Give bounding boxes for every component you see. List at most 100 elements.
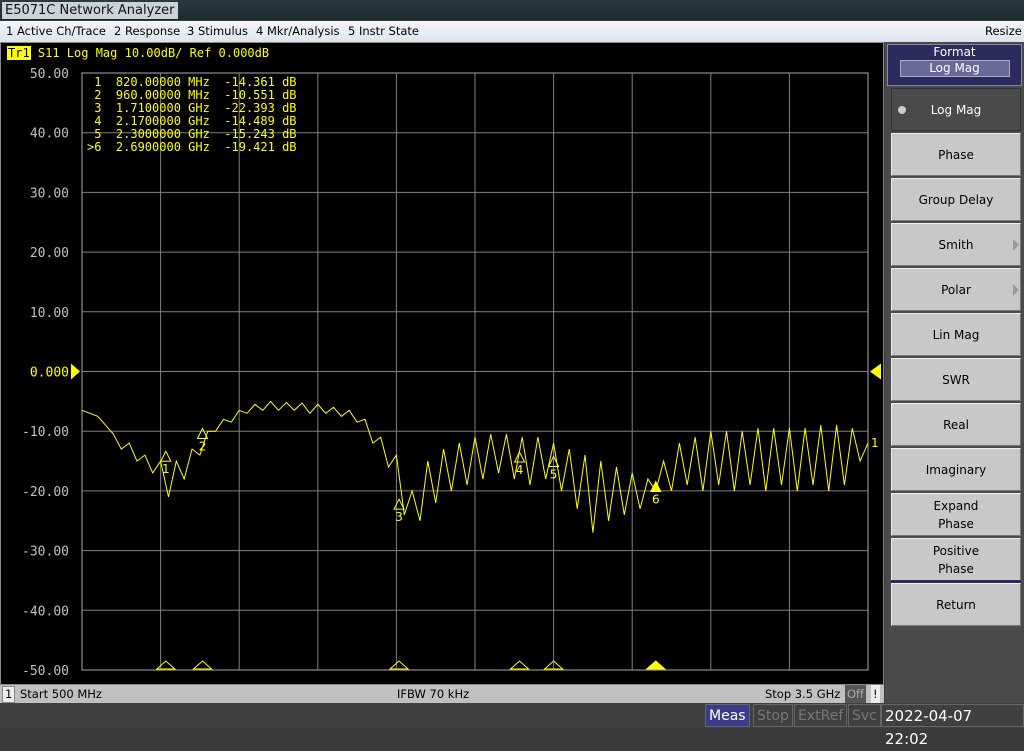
y-tick-label: -20.00 (22, 485, 69, 500)
format-current: Log Mag (899, 60, 1010, 77)
marker-val: -10.551 dB (224, 88, 297, 102)
softkey-label: SWR (942, 372, 970, 387)
marker-val: -19.421 dB (224, 140, 297, 154)
menu-instr-state[interactable]: 5 Instr State (348, 21, 419, 42)
menu-active-ch-trace[interactable]: 1 Active Ch/Trace (6, 21, 106, 42)
softkey-phase[interactable]: Phase (891, 133, 1021, 176)
svc-indicator: Svc (848, 704, 881, 727)
ifbw[interactable]: IFBW 70 kHz (397, 685, 469, 703)
softkey-panel: Format Log Mag Log Mag Phase Group Delay Smi… (885, 42, 1024, 703)
softkey-imaginary[interactable]: Imaginary (891, 448, 1021, 491)
start-frequency[interactable]: Start 500 MHz (20, 685, 102, 703)
menu-mkr-analysis[interactable]: 4 Mkr/Analysis (256, 21, 340, 42)
softkey-label: Group Delay (918, 192, 994, 207)
trace-end-label: 1 (871, 436, 879, 450)
y-tick-label: 30.00 (30, 186, 69, 201)
ref-level-left-icon (71, 363, 80, 380)
marker-n: 2 (87, 88, 102, 102)
menu-bar: 1 Active Ch/Trace 2 Response 3 Stimulus … (0, 21, 1024, 42)
y-tick-label: 40.00 (30, 127, 69, 142)
softkey-log-mag[interactable]: Log Mag (891, 88, 1021, 131)
status-bar: 1 Start 500 MHz IFBW 70 kHz Stop 3.5 GHz… (0, 685, 884, 703)
resize-button[interactable]: Resize (985, 21, 1022, 42)
marker-n: 4 (87, 114, 102, 128)
marker-freq: 2.1700000 GHz (115, 114, 210, 128)
trace-header[interactable]: Tr1 S11 Log Mag 10.00dB/ Ref 0.000dB (7, 46, 269, 60)
marker-2-label: 2 (199, 439, 207, 453)
marker-6-label: 6 (652, 492, 660, 506)
marker-5-label: 5 (550, 468, 558, 482)
warning-indicator: ! (871, 685, 880, 703)
softkey-label: Smith (938, 237, 974, 252)
marker-3-label: 3 (395, 510, 403, 524)
softkey-group-delay[interactable]: Group Delay (891, 178, 1021, 221)
marker-n: >6 (87, 140, 102, 154)
y-tick-label: -30.00 (22, 545, 69, 560)
marker-freq: 2.6900000 GHz (115, 140, 210, 154)
marker-val: -14.489 dB (224, 114, 297, 128)
y-tick-label: -50.00 (22, 664, 69, 679)
format-title: Format (933, 45, 976, 59)
y-tick-label: 20.00 (30, 246, 69, 261)
marker-4-label: 4 (516, 463, 524, 477)
return-button[interactable]: Return (891, 583, 1021, 626)
marker-val: -22.393 dB (224, 101, 297, 115)
stop-frequency[interactable]: Stop 3.5 GHz (765, 685, 840, 703)
marker-freq: 2.3000000 GHz (115, 127, 210, 141)
channel-indicator[interactable]: 1 (2, 686, 16, 703)
selected-indicator-icon (898, 106, 906, 114)
marker-freq: 1.7100000 GHz (115, 101, 210, 115)
marker-n: 5 (87, 127, 102, 141)
marker-1-axis-icon (155, 660, 177, 670)
y-tick-label: 50.00 (30, 67, 69, 82)
softkey-lin-mag[interactable]: Lin Mag (891, 313, 1021, 356)
date-time: 2022-04-07 22:02 (881, 704, 1024, 748)
softkey-label: Expand Phase (933, 498, 979, 531)
submenu-arrow-icon (1013, 239, 1019, 251)
softkey-polar[interactable]: Polar (891, 268, 1021, 311)
bottom-bar: Meas Stop ExtRef Svc 2022-04-07 22:02 (0, 703, 1024, 748)
off-indicator: Off (845, 685, 866, 703)
softkey-real[interactable]: Real (891, 403, 1021, 446)
meas-indicator: Meas (705, 704, 750, 727)
marker-row: >6 2.6900000 GHz -19.421 dB (87, 141, 297, 154)
marker-2-axis-icon (192, 660, 213, 670)
y-tick-label: -10.00 (22, 425, 69, 440)
softkey-swr[interactable]: SWR (891, 358, 1021, 401)
trace-label: Tr1 (7, 46, 31, 60)
marker-freq: 820.00000 MHz (115, 75, 210, 89)
marker-4-axis-icon (509, 660, 530, 670)
marker-table: 1 820.00000 MHz -14.361 dB 2 960.00000 M… (87, 76, 297, 154)
softkey-label: Log Mag (930, 102, 982, 117)
marker-1-icon (160, 450, 172, 462)
chart-area[interactable]: 50.00 40.00 30.00 20.00 10.00 0.000 -10.00 -20.… (0, 42, 884, 685)
extref-indicator: ExtRef (794, 704, 848, 727)
title-bar: E5071C Network Analyzer (0, 0, 1024, 20)
marker-n: 1 (87, 75, 102, 89)
softkey-smith[interactable]: Smith (891, 223, 1021, 266)
format-menu-header: Format Log Mag (887, 44, 1022, 86)
ref-level-right-icon (870, 363, 881, 380)
marker-val: -15.243 dB (224, 127, 297, 141)
softkey-label: Lin Mag (932, 327, 980, 342)
softkey-expand-phase[interactable]: Expand Phase (891, 493, 1021, 536)
softkey-label: Polar (941, 282, 971, 297)
softkey-positive-phase[interactable]: Positive Phase (891, 538, 1021, 581)
menu-response[interactable]: 2 Response (114, 21, 180, 42)
marker-3-axis-icon (388, 660, 410, 670)
softkey-label: Positive Phase (932, 543, 980, 576)
y-tick-label: 0.000 (30, 366, 69, 381)
stop-indicator: Stop (753, 704, 793, 727)
menu-stimulus[interactable]: 3 Stimulus (187, 21, 248, 42)
submenu-arrow-icon (1013, 284, 1019, 296)
marker-freq: 960.00000 MHz (115, 88, 210, 102)
softkey-label: Phase (938, 147, 974, 162)
softkey-label: Imaginary (925, 462, 987, 477)
y-tick-label: -40.00 (22, 604, 69, 619)
marker-6-axis-icon (645, 660, 667, 670)
window-title: E5071C Network Analyzer (2, 2, 178, 19)
softkey-label: Real (943, 417, 969, 432)
marker-n: 3 (87, 101, 102, 115)
marker-val: -14.361 dB (224, 75, 297, 89)
trace-settings: S11 Log Mag 10.00dB/ Ref 0.000dB (30, 46, 270, 60)
